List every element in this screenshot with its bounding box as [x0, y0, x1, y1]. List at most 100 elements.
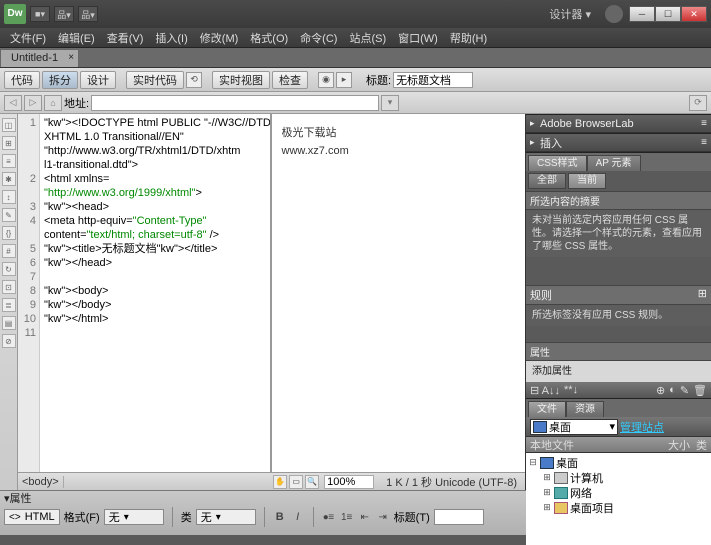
prop-title-input[interactable] [434, 509, 484, 525]
site-combo[interactable]: 桌面▾ [530, 419, 618, 435]
nav-back[interactable]: ◁ [4, 95, 22, 111]
sb-zoom-icon[interactable]: 🔍 [305, 475, 319, 489]
sb-hand-icon[interactable]: ✋ [273, 475, 287, 489]
nav-go[interactable]: ▾ [381, 95, 399, 111]
tool-13[interactable]: ⊘ [2, 334, 16, 348]
outdent-button[interactable]: ⇤ [358, 510, 372, 524]
document-tab[interactable]: Untitled-1 × [0, 49, 79, 67]
ol-button[interactable]: 1≡ [340, 510, 354, 524]
css-attach-icon[interactable]: ⊕ [656, 384, 665, 397]
rules-icon[interactable]: ⊞ [698, 287, 707, 303]
code-toolbar: ◫ ⊞ ≡ ✱ ↕ ✎ {} # ↻ ⊡ ≣ ▤ ⊘ [0, 114, 18, 490]
menu-edit[interactable]: 编辑(E) [52, 30, 101, 46]
css-delete-icon[interactable]: 🗑 [693, 384, 707, 397]
menu-file[interactable]: 文件(F) [4, 30, 52, 46]
class-combo[interactable]: 无 ▾ [196, 509, 256, 525]
css-current-button[interactable]: 当前 [568, 173, 606, 189]
tool-3[interactable]: ≡ [2, 154, 16, 168]
title-input[interactable] [393, 72, 473, 88]
tool-12[interactable]: ▤ [2, 316, 16, 330]
search-button[interactable] [605, 5, 623, 23]
nav-refresh[interactable]: ⟳ [689, 95, 707, 111]
menu-site[interactable]: 站点(S) [343, 30, 392, 46]
code-pane[interactable]: 1 2 34 567891011 "kw"><!DOCTYPE html PUB… [18, 114, 272, 472]
inspect-button[interactable]: 检查 [272, 71, 308, 89]
sb-select-icon[interactable]: ▭ [289, 475, 303, 489]
tab-close[interactable]: × [68, 52, 74, 63]
nav-forward[interactable]: ▷ [24, 95, 42, 111]
file-tree[interactable]: ⊟桌面 ⊞计算机 ⊞网络 ⊞桌面项目 [526, 453, 711, 545]
italic-button[interactable]: I [291, 510, 305, 524]
css-summary-text: 未对当前选定内容应用任何 CSS 属性。请选择一个样式的元素，查看应用了哪些 C… [526, 210, 711, 257]
code-editor[interactable]: "kw"><!DOCTYPE html PUBLIC "-//W3C//DTDX… [40, 114, 270, 472]
css-new-icon[interactable]: ◐ [669, 384, 676, 396]
live-code-button[interactable]: 实时代码 [126, 71, 184, 89]
tool-1[interactable]: ◫ [2, 118, 16, 132]
col-type[interactable]: 类 [696, 437, 707, 452]
live-code-icon[interactable]: ⟲ [186, 72, 202, 88]
extend-menu[interactable]: 品▾ [54, 6, 74, 22]
validate-icon[interactable]: ▸ [336, 72, 352, 88]
site-menu[interactable]: 品▾ [78, 6, 98, 22]
window-close[interactable]: ✕ [681, 6, 707, 22]
menu-view[interactable]: 查看(V) [101, 30, 150, 46]
live-view-button[interactable]: 实时视图 [212, 71, 270, 89]
zoom-field[interactable] [324, 475, 374, 489]
window-minimize[interactable]: ─ [629, 6, 655, 22]
indent-button[interactable]: ⇥ [376, 510, 390, 524]
tool-9[interactable]: ↻ [2, 262, 16, 276]
col-local-files[interactable]: 本地文件 [530, 437, 668, 452]
view-split-button[interactable]: 拆分 [42, 71, 78, 89]
preview-line1: 极光下载站 [282, 124, 516, 142]
tool-2[interactable]: ⊞ [2, 136, 16, 150]
tab-label: Untitled-1 [11, 52, 58, 64]
tab-css-styles[interactable]: CSS样式 [528, 155, 587, 171]
menu-insert[interactable]: 插入(I) [149, 30, 193, 46]
view-design-button[interactable]: 设计 [80, 71, 116, 89]
view-code-button[interactable]: 代码 [4, 71, 40, 89]
css-rules-label: 规则 [530, 287, 552, 303]
ul-button[interactable]: ⦁≡ [322, 510, 336, 524]
tab-ap-elements[interactable]: AP 元素 [587, 155, 641, 171]
css-filter-icon[interactable]: **↓ [564, 384, 578, 396]
tool-7[interactable]: {} [2, 226, 16, 240]
tool-6[interactable]: ✎ [2, 208, 16, 222]
menu-help[interactable]: 帮助(H) [444, 30, 493, 46]
tab-files[interactable]: 文件 [528, 401, 566, 417]
menu-modify[interactable]: 修改(M) [194, 30, 245, 46]
panel-insert-header[interactable]: ▸插入≡ [526, 134, 711, 152]
menu-command[interactable]: 命令(C) [294, 30, 343, 46]
col-size[interactable]: 大小 [668, 437, 690, 452]
tool-11[interactable]: ≣ [2, 298, 16, 312]
menu-window[interactable]: 窗口(W) [392, 30, 444, 46]
layout-menu[interactable]: ■▾ [30, 6, 50, 22]
css-props-label: 属性 [526, 342, 711, 361]
browser-preview-icon[interactable]: ◉ [318, 72, 334, 88]
tab-assets[interactable]: 资源 [566, 401, 604, 417]
css-add-property[interactable]: 添加属性 [526, 361, 711, 382]
tool-8[interactable]: # [2, 244, 16, 258]
workspace-switcher[interactable]: 设计器 ▾ [541, 4, 599, 24]
manage-sites-link[interactable]: 管理站点 [620, 419, 664, 435]
tool-10[interactable]: ⊡ [2, 280, 16, 294]
css-sort-icon[interactable]: ⊟ A↓↓ [530, 384, 560, 397]
properties-header[interactable]: 属性 [10, 490, 32, 506]
nav-home[interactable]: ⌂ [44, 95, 62, 111]
tool-5[interactable]: ↕ [2, 190, 16, 204]
menu-format[interactable]: 格式(O) [244, 30, 294, 46]
css-edit-icon[interactable]: ✎ [680, 384, 689, 397]
class-label: 类 [181, 509, 192, 525]
mode-html[interactable]: <> HTML [4, 509, 60, 525]
address-input[interactable] [91, 95, 379, 111]
format-combo[interactable]: 无 ▾ [104, 509, 164, 525]
tag-selector[interactable]: <body> [18, 476, 64, 488]
tool-4[interactable]: ✱ [2, 172, 16, 186]
css-all-button[interactable]: 全部 [528, 173, 566, 189]
panel-browserlab-header[interactable]: ▸Adobe BrowserLab≡ [526, 115, 711, 133]
design-preview[interactable]: 极光下载站 www.xz7.com [272, 114, 526, 472]
bold-button[interactable]: B [273, 510, 287, 524]
prop-title-label: 标题(T) [394, 509, 430, 525]
status-info: 1 K / 1 秒 Unicode (UTF-8) [378, 474, 525, 490]
window-maximize[interactable]: ☐ [655, 6, 681, 22]
format-label: 格式(F) [64, 509, 100, 525]
